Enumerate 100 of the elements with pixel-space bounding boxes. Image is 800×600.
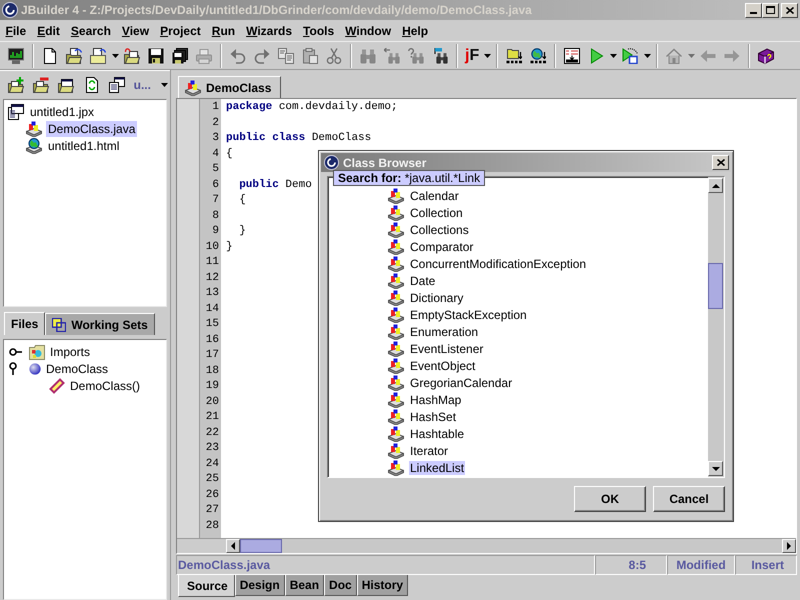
caret-icon[interactable] (610, 54, 617, 58)
menu-item[interactable]: Search (65, 20, 116, 40)
line-number: 15 (204, 317, 219, 332)
folder-arrow-icon[interactable] (124, 48, 140, 64)
structure-item[interactable]: Imports (50, 344, 90, 358)
folder-plus-icon[interactable] (8, 76, 24, 92)
folder-down-arrow-icon[interactable] (506, 48, 522, 64)
scrollbar-thumb[interactable] (708, 263, 723, 309)
down-arrow-icon (712, 466, 720, 470)
menu-item[interactable]: File (0, 20, 32, 40)
tree-item[interactable]: untitled1.html (46, 138, 122, 154)
class-list-item[interactable]: Iterator (409, 444, 450, 458)
project-selector[interactable]: u... (132, 74, 170, 94)
scroll-left-button[interactable] (226, 539, 240, 553)
scrollbar-thumb[interactable] (240, 539, 282, 553)
class-list-item[interactable]: EventListener (409, 342, 484, 356)
line-number: 9 (211, 224, 219, 239)
code-line: public Demo (238, 178, 312, 192)
class-list-item[interactable]: Comparator (409, 240, 474, 254)
class-list-item[interactable]: LinkedList (409, 460, 466, 474)
view-tab[interactable]: Doc (324, 575, 357, 596)
scroll-down-button[interactable] (708, 461, 723, 476)
up-arrow-icon (712, 184, 720, 188)
view-tab[interactable]: Bean (284, 575, 324, 596)
class-file-icon (388, 188, 404, 204)
class-list-item[interactable]: EventObject (409, 358, 476, 372)
menu-item[interactable]: Run (206, 20, 241, 40)
minimize-button[interactable] (745, 2, 762, 18)
code-line: } (226, 240, 233, 254)
line-number: 28 (204, 518, 219, 534)
class-file-icon (388, 324, 404, 340)
scroll-right-button[interactable] (782, 539, 796, 553)
class-list-item[interactable]: ConcurrentModificationException (409, 256, 588, 270)
ok-button[interactable]: OK (574, 486, 646, 512)
menu-item[interactable]: View (116, 20, 155, 40)
caret-icon[interactable] (112, 54, 118, 58)
class-list-item[interactable]: HashSet (409, 410, 458, 424)
structure-item[interactable]: DemoClass() (70, 378, 140, 392)
left-arrow-icon (231, 542, 235, 550)
binoculars-flag-icon[interactable] (432, 48, 448, 64)
cancel-button[interactable]: Cancel (653, 486, 725, 512)
panel-tab[interactable]: Files (4, 312, 46, 335)
folder-window-icon[interactable] (58, 76, 74, 92)
tree-item[interactable]: untitled1.jpx (28, 104, 96, 120)
close-icon (786, 6, 794, 14)
jf-button[interactable]: jF (462, 44, 482, 66)
panel-tab[interactable]: Working Sets (45, 313, 155, 335)
open-folder-icon[interactable] (66, 48, 82, 64)
globe-down-arrow-icon[interactable] (530, 48, 546, 64)
class-list-item[interactable]: HashMap (409, 392, 462, 406)
class-file-icon (388, 256, 404, 272)
class-list-item[interactable]: Enumeration (409, 324, 480, 338)
dialog-close-button[interactable] (712, 155, 729, 170)
folder-minus-icon[interactable] (32, 76, 49, 92)
class-list-item[interactable]: Dictionary (409, 290, 464, 304)
structure-item[interactable]: DemoClass (46, 362, 108, 376)
play-square-icon[interactable] (622, 48, 638, 64)
menu-item[interactable]: Help (396, 20, 434, 40)
collapsed-handle-icon[interactable] (9, 348, 22, 356)
view-tab[interactable]: History (356, 575, 408, 596)
scroll-up-button[interactable] (708, 178, 723, 193)
app-logo-icon (2, 2, 18, 18)
new-file-icon[interactable] (42, 48, 58, 64)
play-icon[interactable] (588, 48, 604, 64)
line-number: 21 (204, 410, 219, 425)
package-folder-icon (29, 344, 45, 360)
windows-icon[interactable] (108, 76, 125, 92)
menu-item[interactable]: Tools (298, 20, 340, 40)
class-list-item[interactable]: Date (409, 274, 436, 288)
caret-icon (160, 82, 168, 86)
line-number: 7 (211, 193, 219, 208)
menu-item[interactable]: Edit (32, 20, 66, 40)
view-tab[interactable]: Design (234, 575, 285, 596)
class-list-item[interactable]: Collections (409, 222, 470, 236)
class-list-item[interactable]: Hashtable (409, 426, 466, 440)
help-icon[interactable] (758, 48, 774, 64)
caret-icon[interactable] (484, 54, 491, 58)
menu-item[interactable]: Window (340, 20, 397, 40)
monitor-icon[interactable] (8, 48, 24, 64)
editor-tab[interactable]: DemoClass (178, 76, 282, 98)
project-file-icon (8, 104, 24, 120)
class-list-item[interactable]: EmptyStackException (409, 308, 528, 322)
class-list-item[interactable]: Collection (409, 206, 464, 220)
menu-item[interactable]: Wizards (240, 20, 298, 40)
line-number: 27 (204, 503, 219, 518)
floppy-disks-icon[interactable] (172, 48, 188, 64)
minimize-icon (750, 12, 757, 14)
status-cursor-position: 8:5 (595, 555, 667, 575)
caret-icon[interactable] (644, 54, 651, 58)
class-list-item[interactable]: GregorianCalendar (409, 376, 514, 390)
expanded-handle-icon[interactable] (9, 362, 17, 375)
maximize-button[interactable] (762, 2, 779, 18)
code-line: } (238, 224, 246, 239)
folder-page-icon[interactable] (90, 48, 106, 64)
tree-item[interactable]: DemoClass.java (46, 120, 138, 136)
menu-item[interactable]: Project (154, 20, 206, 40)
close-button[interactable] (781, 2, 798, 18)
view-tab[interactable]: Source (178, 575, 235, 597)
refresh-page-icon[interactable] (84, 76, 100, 92)
class-list-item[interactable]: Calendar (409, 188, 460, 202)
